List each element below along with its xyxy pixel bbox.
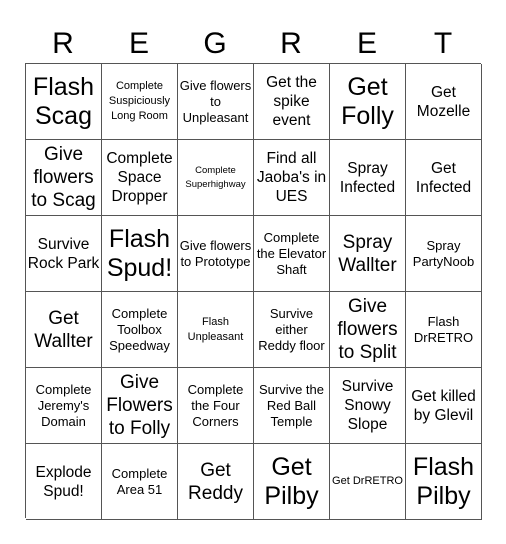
bingo-cell[interactable]: Spray Infected xyxy=(330,140,406,216)
bingo-cell-label: Spray Infected xyxy=(339,159,396,196)
bingo-cell-label: Get Pilby xyxy=(264,452,319,510)
bingo-cell[interactable]: Give flowers to Scag xyxy=(26,140,102,216)
bingo-cell-label: Give flowers to Prototype xyxy=(179,237,252,269)
bingo-cell[interactable]: Give flowers to Split xyxy=(330,292,406,368)
bingo-cell[interactable]: Survive Rock Park xyxy=(26,216,102,292)
bingo-cell-label: Spray PartyNoob xyxy=(412,237,475,269)
bingo-cell-label: Get killed by Glevil xyxy=(411,387,476,424)
header-letter: E xyxy=(128,27,149,60)
bingo-cell[interactable]: Get DrRETRO xyxy=(330,444,406,520)
bingo-cell[interactable]: Survive Snowy Slope xyxy=(330,368,406,444)
bingo-cell[interactable]: Spray Wallter xyxy=(330,216,406,292)
bingo-cell-label: Give Flowers to Folly xyxy=(106,372,173,439)
bingo-cell-label: Get Infected xyxy=(415,159,472,196)
bingo-cell-label: Get the spike event xyxy=(266,74,317,129)
bingo-cell[interactable]: Flash Unpleasant xyxy=(178,292,254,368)
bingo-cell-label: Survive either Reddy floor xyxy=(258,305,325,353)
bingo-cell[interactable]: Give flowers to Unpleasant xyxy=(178,64,254,140)
bingo-cell[interactable]: Explode Spud! xyxy=(26,444,102,520)
bingo-cell-label: Give flowers to Scag xyxy=(31,144,96,211)
bingo-cell-label: Give flowers to Split xyxy=(337,296,398,363)
bingo-cell-label: Get Folly xyxy=(341,72,394,130)
bingo-cell[interactable]: Complete Superhighway xyxy=(178,140,254,216)
header-letter: E xyxy=(356,27,377,60)
bingo-cell[interactable]: Give flowers to Prototype xyxy=(178,216,254,292)
bingo-cell[interactable]: Flash Scag xyxy=(26,64,102,140)
bingo-cell[interactable]: Spray PartyNoob xyxy=(406,216,482,292)
bingo-cell-label: Get Reddy xyxy=(188,459,243,504)
bingo-cell-label: Flash Scag xyxy=(32,72,95,130)
bingo-cell-label: Complete the Elevator Shaft xyxy=(256,229,327,277)
bingo-cell-label: Get Wallter xyxy=(34,307,93,352)
bingo-cell[interactable]: Flash DrRETRO xyxy=(406,292,482,368)
bingo-cell[interactable]: Get Reddy xyxy=(178,444,254,520)
bingo-cell-label: Survive Rock Park xyxy=(27,235,100,272)
bingo-cell-label: Complete Area 51 xyxy=(111,465,168,497)
bingo-cell[interactable]: Get killed by Glevil xyxy=(406,368,482,444)
bingo-cell-label: Flash Spud! xyxy=(106,224,173,282)
bingo-cell[interactable]: Complete the Elevator Shaft xyxy=(254,216,330,292)
bingo-cell[interactable]: Complete Jeremy's Domain xyxy=(26,368,102,444)
bingo-cell-label: Complete Space Dropper xyxy=(106,150,173,205)
bingo-cell[interactable]: Find all Jaoba's in UES xyxy=(254,140,330,216)
bingo-cell[interactable]: Get the spike event xyxy=(254,64,330,140)
bingo-cell-label: Find all Jaoba's in UES xyxy=(256,150,327,205)
bingo-cell-label: Survive Snowy Slope xyxy=(341,378,394,433)
bingo-cell[interactable]: Get Mozelle xyxy=(406,64,482,140)
bingo-cell-label: Complete Suspiciously Long Room xyxy=(108,80,171,122)
bingo-cell-label: Complete the Four Corners xyxy=(187,381,244,429)
bingo-cell-label: Complete Superhighway xyxy=(185,164,246,190)
bingo-cell-label: Survive the Red Ball Temple xyxy=(258,381,325,429)
bingo-cell-label: Complete Jeremy's Domain xyxy=(35,381,92,429)
bingo-cell[interactable]: Flash Spud! xyxy=(102,216,178,292)
bingo-cell[interactable]: Complete Space Dropper xyxy=(102,140,178,216)
bingo-cell-label: Flash Unpleasant xyxy=(187,315,244,343)
bingo-cell[interactable]: Survive either Reddy floor xyxy=(254,292,330,368)
bingo-cell[interactable]: Complete Suspiciously Long Room xyxy=(102,64,178,140)
bingo-cell-label: Get Mozelle xyxy=(416,83,471,120)
bingo-cell-label: Give flowers to Unpleasant xyxy=(179,77,252,125)
bingo-cell-label: Explode Spud! xyxy=(35,463,92,500)
bingo-board: Flash Scag Complete Suspiciously Long Roo… xyxy=(25,63,482,520)
header-letter: R xyxy=(52,27,74,60)
bingo-cell[interactable]: Get Infected xyxy=(406,140,482,216)
bingo-cell[interactable]: Get Folly xyxy=(330,64,406,140)
bingo-cell[interactable]: Flash Pilby xyxy=(406,444,482,520)
bingo-cell[interactable]: Complete Area 51 xyxy=(102,444,178,520)
bingo-cell-label: Flash Pilby xyxy=(412,452,475,510)
bingo-cell-label: Flash DrRETRO xyxy=(413,313,474,345)
header-letter: G xyxy=(203,27,227,60)
header-letter: T xyxy=(433,27,453,60)
bingo-cell-label: Get DrRETRO xyxy=(332,475,403,487)
bingo-cell[interactable]: Get Pilby xyxy=(254,444,330,520)
bingo-cell[interactable]: Get Wallter xyxy=(26,292,102,368)
bingo-header: R E G R E T xyxy=(25,22,481,66)
bingo-cell[interactable]: Complete Toolbox Speedway xyxy=(102,292,178,368)
bingo-cell[interactable]: Complete the Four Corners xyxy=(178,368,254,444)
bingo-cell-label: Spray Wallter xyxy=(338,231,397,276)
bingo-cell[interactable]: Survive the Red Ball Temple xyxy=(254,368,330,444)
header-letter: R xyxy=(280,27,302,60)
bingo-cell[interactable]: Give Flowers to Folly xyxy=(102,368,178,444)
bingo-cell-label: Complete Toolbox Speedway xyxy=(109,305,170,353)
